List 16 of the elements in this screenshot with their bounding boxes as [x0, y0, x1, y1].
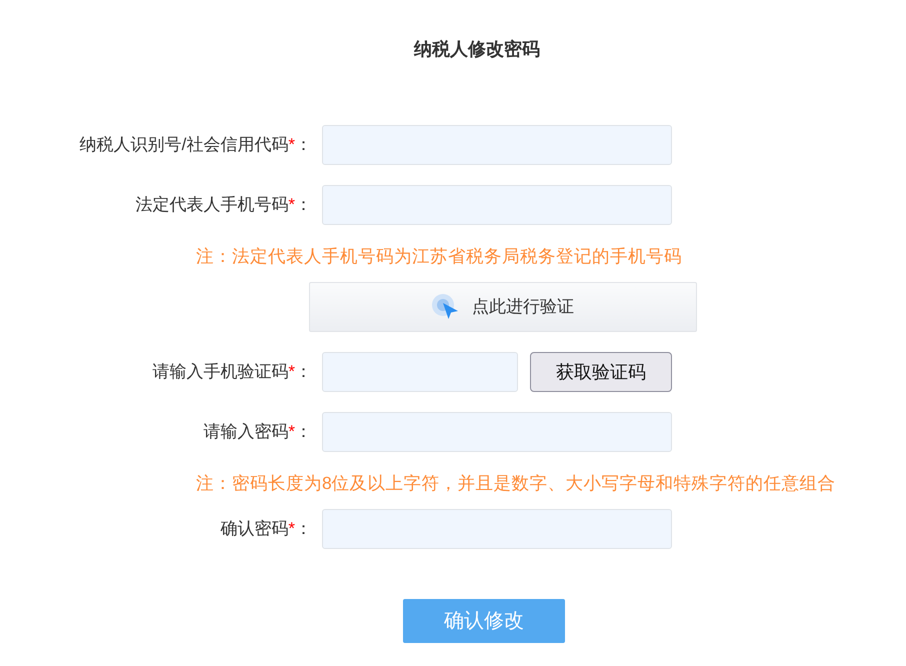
input-field[interactable] — [322, 509, 672, 549]
input-field[interactable] — [322, 185, 672, 225]
note-text: 注：法定代表人手机号码为江苏省税务局税务登记的手机号码 — [196, 245, 682, 267]
input-field[interactable] — [322, 125, 672, 165]
input-field[interactable] — [322, 412, 672, 452]
note-text: 注：密码长度为8位及以上字符，并且是数字、大小写字母和特殊字符的任意组合 — [196, 472, 836, 494]
page-title: 纳税人修改密码 — [414, 38, 540, 61]
verify-button[interactable]: 点此进行验证 — [309, 282, 697, 332]
field-label: 纳税人识别号/社会信用代码*： — [78, 134, 312, 156]
cursor-click-icon — [432, 294, 460, 320]
input-field[interactable] — [322, 352, 518, 392]
field-label: 请输入密码*： — [202, 421, 312, 443]
get-code-button[interactable]: 获取验证码 — [530, 352, 672, 392]
field-label: 确认密码*： — [219, 518, 312, 540]
field-label: 法定代表人手机号码*： — [134, 194, 312, 216]
field-label: 请输入手机验证码*： — [151, 361, 312, 383]
